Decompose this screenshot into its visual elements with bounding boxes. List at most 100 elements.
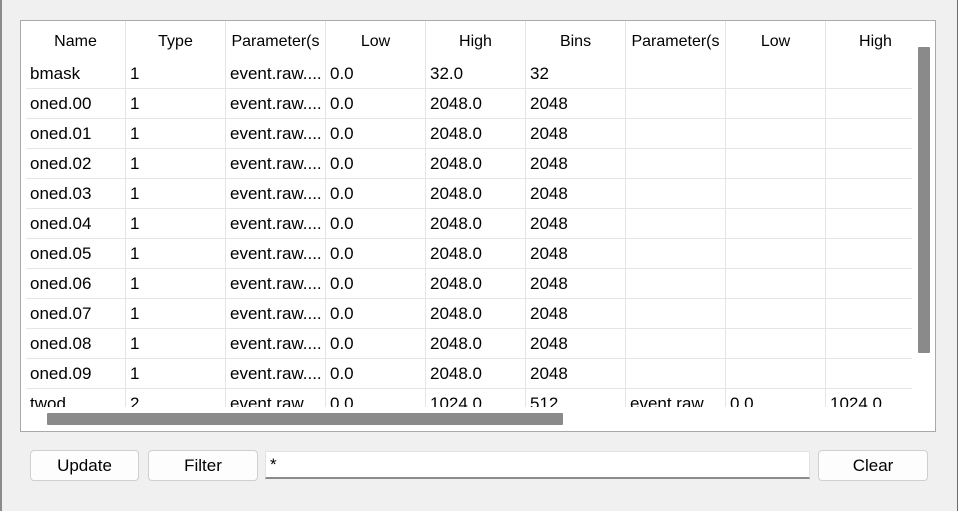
table-cell[interactable]: twod — [26, 389, 126, 407]
table-cell[interactable]: oned.00 — [26, 89, 126, 119]
table-cell[interactable]: event.raw.... — [226, 239, 326, 269]
table-cell[interactable]: 0.0 — [326, 59, 426, 89]
table-cell[interactable]: event.raw.... — [226, 389, 326, 407]
filter-button[interactable]: Filter — [148, 450, 258, 481]
table-cell[interactable] — [826, 359, 912, 389]
table-cell[interactable] — [826, 59, 912, 89]
table-cell[interactable]: 1 — [126, 329, 226, 359]
table-cell[interactable]: 0.0 — [326, 179, 426, 209]
table-cell[interactable]: event.raw.... — [226, 209, 326, 239]
table-cell[interactable] — [726, 299, 826, 329]
table-row[interactable]: bmask 1 event.raw.... 0.0 32.0 32 — [26, 59, 912, 89]
column-header[interactable]: Parameter(s — [226, 21, 326, 59]
table-cell[interactable]: event.raw.... — [226, 299, 326, 329]
column-header[interactable]: Low — [326, 21, 426, 59]
table-cell[interactable]: 2048 — [526, 149, 626, 179]
table-cell[interactable]: 2048.0 — [426, 89, 526, 119]
table-cell[interactable]: oned.02 — [26, 149, 126, 179]
table-cell[interactable]: 2048 — [526, 119, 626, 149]
table-cell[interactable]: 2048.0 — [426, 149, 526, 179]
table-row[interactable]: oned.08 1 event.raw.... 0.0 2048.0 2048 — [26, 329, 912, 359]
table-row[interactable]: oned.01 1 event.raw.... 0.0 2048.0 2048 — [26, 119, 912, 149]
table-row[interactable]: oned.09 1 event.raw.... 0.0 2048.0 2048 — [26, 359, 912, 389]
table-cell[interactable]: 2048.0 — [426, 119, 526, 149]
table-cell[interactable] — [726, 359, 826, 389]
table-cell[interactable]: 32.0 — [426, 59, 526, 89]
table-cell[interactable]: event.raw.... — [226, 329, 326, 359]
table-cell[interactable] — [726, 239, 826, 269]
table-cell[interactable] — [826, 329, 912, 359]
table-row[interactable]: oned.05 1 event.raw.... 0.0 2048.0 2048 — [26, 239, 912, 269]
table-cell[interactable]: oned.07 — [26, 299, 126, 329]
table-cell[interactable]: 0.0 — [326, 89, 426, 119]
table-cell[interactable]: oned.01 — [26, 119, 126, 149]
table-cell[interactable]: 0.0 — [326, 209, 426, 239]
table-cell[interactable] — [726, 59, 826, 89]
table-cell[interactable] — [626, 59, 726, 89]
table-cell[interactable] — [726, 89, 826, 119]
table-cell[interactable] — [626, 119, 726, 149]
table-cell[interactable] — [826, 179, 912, 209]
table-cell[interactable]: 1 — [126, 149, 226, 179]
column-header[interactable]: Low — [726, 21, 826, 59]
table-cell[interactable] — [626, 179, 726, 209]
table-cell[interactable]: 0.0 — [326, 119, 426, 149]
table-cell[interactable]: 2 — [126, 389, 226, 407]
table-cell[interactable] — [826, 209, 912, 239]
table-cell[interactable]: oned.06 — [26, 269, 126, 299]
table-cell[interactable]: 2048.0 — [426, 299, 526, 329]
column-header[interactable]: Bins — [526, 21, 626, 59]
table-row[interactable]: oned.06 1 event.raw.... 0.0 2048.0 2048 — [26, 269, 912, 299]
table-cell[interactable]: 1 — [126, 59, 226, 89]
table-row[interactable]: oned.03 1 event.raw.... 0.0 2048.0 2048 — [26, 179, 912, 209]
table-cell[interactable]: 2048.0 — [426, 209, 526, 239]
table-cell[interactable]: 2048.0 — [426, 329, 526, 359]
table-cell[interactable]: 0.0 — [326, 149, 426, 179]
update-button[interactable]: Update — [30, 450, 139, 481]
table-cell[interactable]: 1 — [126, 359, 226, 389]
table-cell[interactable]: bmask — [26, 59, 126, 89]
table-cell[interactable]: 1024.0 — [826, 389, 912, 407]
table-cell[interactable]: 32 — [526, 59, 626, 89]
table-row[interactable]: oned.04 1 event.raw.... 0.0 2048.0 2048 — [26, 209, 912, 239]
clear-button[interactable]: Clear — [818, 450, 928, 481]
column-header[interactable]: High — [826, 21, 912, 59]
table-cell[interactable]: 0.0 — [326, 359, 426, 389]
column-header[interactable]: Parameter(s — [626, 21, 726, 59]
table-cell[interactable] — [726, 209, 826, 239]
table-cell[interactable] — [626, 239, 726, 269]
table-row[interactable]: twod 2 event.raw.... 0.0 1024.0 512 event.raw.… — [26, 389, 912, 407]
table-cell[interactable]: 0.0 — [326, 389, 426, 407]
table-row[interactable]: oned.00 1 event.raw.... 0.0 2048.0 2048 — [26, 89, 912, 119]
table-cell[interactable] — [626, 269, 726, 299]
table-cell[interactable] — [726, 119, 826, 149]
table-cell[interactable]: 0.0 — [326, 239, 426, 269]
table-cell[interactable] — [626, 209, 726, 239]
table-cell[interactable]: event.raw.... — [226, 119, 326, 149]
table-cell[interactable] — [826, 269, 912, 299]
table-cell[interactable] — [726, 179, 826, 209]
table-cell[interactable]: 2048 — [526, 299, 626, 329]
table-cell[interactable] — [726, 269, 826, 299]
table-cell[interactable]: oned.09 — [26, 359, 126, 389]
column-header[interactable]: Type — [126, 21, 226, 59]
table-cell[interactable]: 512 — [526, 389, 626, 407]
table-cell[interactable] — [626, 89, 726, 119]
table-cell[interactable]: 2048 — [526, 359, 626, 389]
table-cell[interactable]: 0.0 — [326, 299, 426, 329]
table-cell[interactable]: event.raw.... — [226, 89, 326, 119]
table-cell[interactable]: 1024.0 — [426, 389, 526, 407]
horizontal-scrollbar-thumb[interactable] — [47, 413, 563, 425]
table-cell[interactable]: 2048 — [526, 329, 626, 359]
table-cell[interactable] — [726, 329, 826, 359]
table-cell[interactable]: 2048 — [526, 89, 626, 119]
table-cell[interactable]: oned.04 — [26, 209, 126, 239]
table-cell[interactable]: 0.0 — [726, 389, 826, 407]
table-cell[interactable]: oned.03 — [26, 179, 126, 209]
table-cell[interactable] — [826, 299, 912, 329]
table-cell[interactable] — [826, 119, 912, 149]
table-cell[interactable]: 2048 — [526, 269, 626, 299]
table-cell[interactable]: 2048.0 — [426, 179, 526, 209]
column-header[interactable]: High — [426, 21, 526, 59]
table-row[interactable]: oned.02 1 event.raw.... 0.0 2048.0 2048 — [26, 149, 912, 179]
